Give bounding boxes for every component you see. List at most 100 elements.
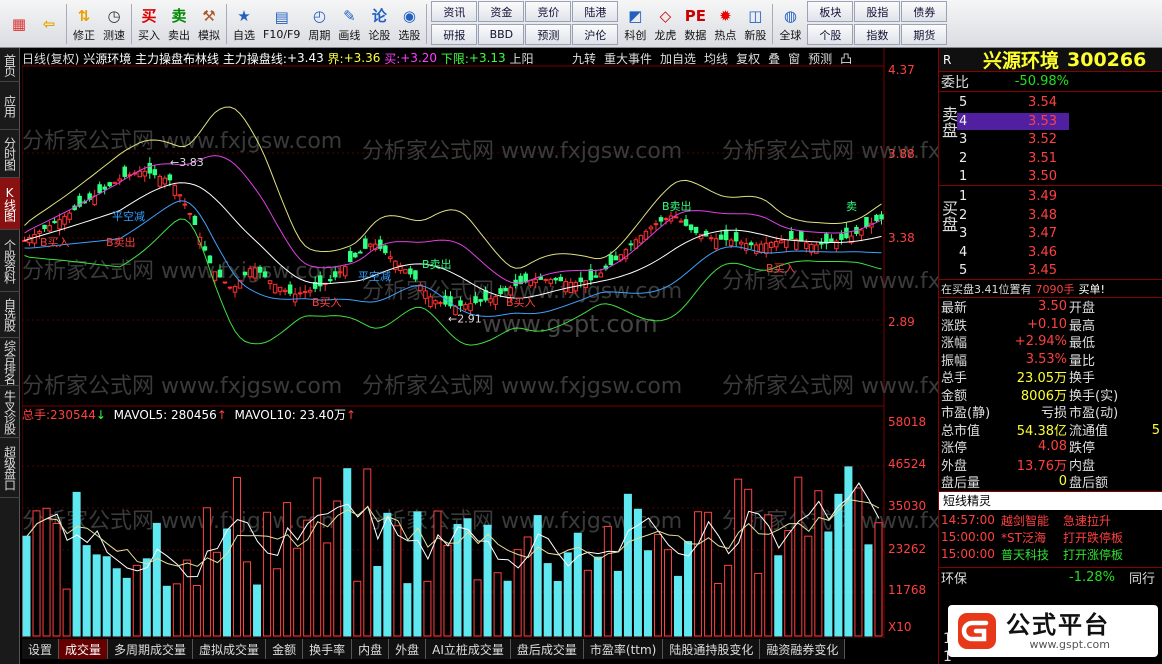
main-toolbar: ▦ ⇦ ⇅ 修正 ◷ 测速买买入卖卖出 ⚒ 模拟 ★ 自选 ▤ F10/F9 ◴ 周期 ✎ 画线论论股 ◉ 选股资… [0,0,1162,48]
volume-bar [82,545,91,637]
toolbar-tab[interactable]: 陆港 [572,1,619,22]
indicator-tab[interactable]: 换手率 [303,639,353,659]
sidebar-item-4[interactable]: 个股资料 [0,230,20,292]
indicator-tab[interactable]: 外盘 [389,639,427,659]
toolbar.buttons-button-2[interactable]: ⇅ 修正 [69,1,99,47]
shortline-item[interactable]: 15:00:00 普天科技 打开涨停板 [939,546,1162,563]
order-row-sell[interactable]: 1 3.50 [957,168,1069,186]
volume-bar [383,512,392,637]
toolbar.buttons-button-7[interactable]: ★ 自选 [229,1,259,47]
order-row-buy[interactable]: 5 3.45 [957,262,1069,280]
toolbar.buttons-button-10[interactable]: ✎ 画线 [334,1,364,47]
sidebar-item-3[interactable]: K线图 [0,178,20,230]
candle-body [348,251,353,263]
candle-body [287,284,293,294]
order-row-buy[interactable]: 1 3.49 [957,188,1069,206]
toolbar.buttons2-button-1[interactable]: ◇ 龙虎 [650,1,680,47]
toolbar-tab[interactable]: 研报 [431,24,478,45]
indicator-tab[interactable]: 内盘 [352,639,390,659]
candle-body [52,220,57,224]
candle-body [784,239,789,248]
volume-bar [784,529,793,637]
toolbar.buttons-button-6[interactable]: ⚒ 模拟 [194,1,224,47]
candle-body [728,239,734,247]
order-row-sell[interactable]: 5 3.54 [957,94,1069,112]
indicator-tab[interactable]: 虚拟成交量 [193,639,267,659]
toolbar.buttons2-button-4[interactable]: ◫ 新股 [740,1,770,47]
toolbar-tab[interactable]: 竞价 [525,1,572,22]
indicator-tab[interactable]: 金额 [266,639,304,659]
toolbar-tab[interactable]: 个股 [807,24,854,45]
toolbar-tab[interactable]: 资讯 [431,1,478,22]
shortline-item[interactable]: 14:57:00 越剑智能 急速拉升 [939,512,1162,529]
candle-body [403,269,408,274]
toolbar.buttons-button-3[interactable]: ◷ 测速 [99,1,129,47]
toolbar-tab[interactable]: 股指 [854,1,901,22]
sidebar-item-0[interactable]: 首页 [0,48,20,82]
toolbar-tab[interactable]: 债券 [901,1,948,22]
toolbar-button-label: 数据 [684,28,707,42]
quote-right-label: 内盘 [1069,458,1096,474]
candle-body [112,181,117,184]
indicator-tab[interactable]: 设置 [22,639,60,659]
indicator-tab[interactable]: 市盈率(ttm) [583,639,664,659]
candle-body [383,245,388,254]
shortline-item[interactable]: 15:00:00 *ST泛海 打开跌停板 [939,529,1162,546]
toolbar-tab[interactable]: 预测 [525,24,572,45]
toolbar.buttons2-button-3[interactable]: ✹ 热点 [710,1,740,47]
toolbar.buttons-button-5[interactable]: 卖卖出 [164,1,194,47]
sector-name[interactable]: 环保 [939,568,1049,587]
toolbar-tab[interactable]: 资金 [478,1,525,22]
candle-body [839,233,844,240]
sidebar-item-6[interactable]: 综合排名 [0,338,20,386]
shortline-title: 短线精灵 [939,491,1162,510]
volume-bar [864,544,873,637]
order-row-sell[interactable]: 3 3.52 [957,131,1069,149]
candle-body [247,268,253,278]
toolbar.buttons-button-11[interactable]: 论论股 [364,1,394,47]
indicator-tab[interactable]: 融资融券变化 [760,639,846,659]
discuss-icon: 论 [371,7,387,25]
low-marker: ←2.91 [448,313,482,326]
toolbar.buttons2-button-0[interactable]: ◩ 科创 [620,1,650,47]
toolbar-tab[interactable]: 指数 [854,24,901,45]
order-row-sell[interactable]: 4 3.53 [957,112,1069,130]
toolbar.buttons-button-8[interactable]: ▤ F10/F9 [259,1,304,47]
indicator-tab[interactable]: 陆股通持股变化 [663,639,761,659]
candle-body [337,271,343,274]
order-row-buy[interactable]: 2 3.48 [957,207,1069,225]
grid-icon: ▦ [11,14,27,33]
order-row-buy[interactable]: 4 3.46 [957,244,1069,262]
toolbar-tab[interactable]: 期货 [901,24,948,45]
toolbar.buttons-button-4[interactable]: 买买入 [134,1,164,47]
sector-tail[interactable]: 同行 [1129,568,1155,587]
sidebar-item-2[interactable]: 分时图 [0,130,20,178]
toolbar-button-back-arrow[interactable]: ⇦ [34,1,64,47]
indicator-tab[interactable]: 多周期成交量 [108,639,194,659]
sidebar-item-1[interactable]: 应用 [0,82,20,130]
vol-total-value: 230544 [50,408,96,422]
candle-body [37,231,42,234]
indicator-tab[interactable]: 成交量 [59,639,109,659]
toolbar-tab[interactable]: 沪伦 [572,24,619,45]
toolbar-button-grid[interactable]: ▦ [4,1,34,47]
indicator-tab[interactable]: 盘后成交量 [510,639,584,659]
order-row-buy[interactable]: 3 3.47 [957,225,1069,243]
toolbar.buttons-button-9[interactable]: ◴ 周期 [304,1,334,47]
sidebar-item-7[interactable]: 牛叉诊股 [0,386,20,438]
toolbar-tab[interactable]: BBD [478,24,525,45]
sidebar-item-5[interactable]: 自选股 [0,292,20,338]
toolbar.buttons-button-12[interactable]: ◉ 选股 [394,1,424,47]
kline-chart[interactable]: 分析家公式网 www.fxjgsw.com 分析家公式网 www.fxjgsw.c… [22,48,938,638]
sidebar-item-8[interactable]: 超级盘口 [0,438,20,498]
candle-body [353,252,358,258]
watermark-text: 分析家公式网 www.fxjgsw.com [22,374,342,399]
toolbar.buttons2-button-5[interactable]: ◍ 全球 [775,1,805,47]
candle-body [102,186,107,190]
toolbar.buttons2-button-2[interactable]: PE 数据 [680,1,710,47]
candle-body [302,291,308,294]
indicator-tab[interactable]: AI立桩成交量 [426,639,511,659]
order-row-sell[interactable]: 2 3.51 [957,150,1069,168]
toolbar-tab[interactable]: 板块 [807,1,854,22]
candle-body [683,219,689,226]
